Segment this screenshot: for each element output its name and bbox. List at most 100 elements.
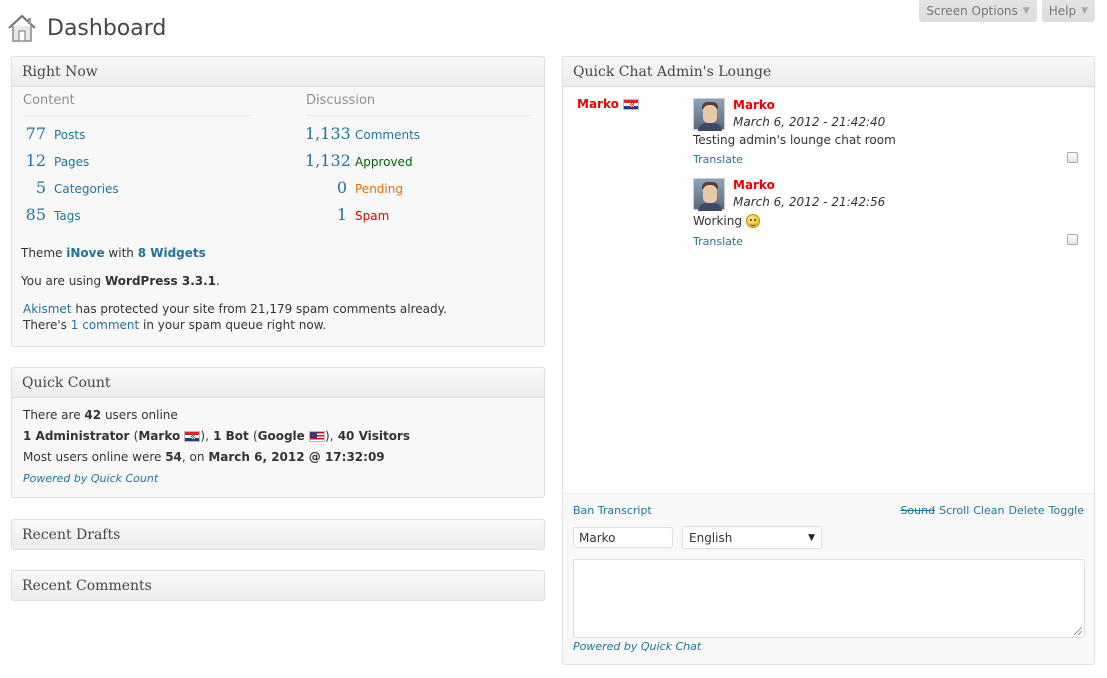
quick-count-powered-link[interactable]: Powered by Quick Count [23, 472, 158, 485]
language-select[interactable]: English ▼ [682, 526, 822, 549]
right-now-title[interactable]: Right Now [12, 57, 544, 87]
tags-count[interactable]: 85 [23, 205, 46, 224]
content-row-posts: 77 Posts [23, 124, 86, 143]
delete-button[interactable]: Delete [1008, 504, 1044, 517]
quick-chat-powered-link[interactable]: Powered by Quick Chat [573, 640, 701, 653]
akismet-link[interactable]: Akismet [23, 302, 72, 316]
ban-transcript-links[interactable]: Ban Transcript [573, 504, 652, 517]
akismet-text: has protected your site from 21,179 spam… [75, 302, 447, 316]
comments-link[interactable]: Comments [355, 128, 420, 142]
most-online-line: Most users online were 54, on March 6, 2… [23, 450, 385, 464]
resize-handle-icon[interactable] [1074, 627, 1082, 635]
bot-count: 1 Bot [213, 429, 249, 443]
help-button[interactable]: Help ▼ [1041, 0, 1095, 22]
posts-link[interactable]: Posts [54, 128, 85, 142]
tags-link[interactable]: Tags [54, 209, 81, 223]
screen-meta: Screen Options ▼ Help ▼ [919, 0, 1095, 22]
categories-link[interactable]: Categories [54, 182, 119, 196]
online-user-name[interactable]: Marko [577, 97, 619, 111]
theme-with: with [108, 246, 134, 260]
pending-link[interactable]: Pending [355, 182, 403, 196]
quick-chat-widget: Quick Chat Admin's Lounge Marko Marko Ma… [562, 56, 1095, 665]
discussion-row-pending: 0 Pending [305, 178, 403, 197]
widgets-link[interactable]: 8 Widgets [138, 246, 206, 260]
version-suffix: . [216, 274, 220, 288]
online-user[interactable]: Marko [577, 97, 639, 111]
chat-name-input[interactable] [573, 527, 673, 548]
spam-link[interactable]: Spam [355, 209, 389, 223]
visitors-count: 40 Visitors [337, 429, 411, 443]
quick-chat-title[interactable]: Quick Chat Admin's Lounge [563, 57, 1094, 87]
recent-comments-widget: Recent Comments [11, 570, 545, 601]
comments-count[interactable]: 1,133 [305, 124, 351, 143]
discussion-column: Discussion [306, 93, 532, 116]
theme-prefix: Theme [21, 246, 63, 260]
avatar-shirt [698, 203, 722, 211]
approved-count[interactable]: 1,132 [305, 151, 351, 170]
ban-transcript-label[interactable]: Ban Transcript [573, 504, 652, 517]
scroll-toggle[interactable]: Scroll [939, 504, 969, 517]
approved-link[interactable]: Approved [355, 155, 413, 169]
categories-count[interactable]: 5 [23, 178, 46, 197]
recent-comments-title[interactable]: Recent Comments [12, 571, 544, 600]
pages-count[interactable]: 12 [23, 151, 46, 170]
message-text: Working [693, 214, 760, 228]
content-column: Content [23, 93, 253, 116]
sound-toggle[interactable]: Sound [900, 504, 935, 517]
discussion-row-approved: 1,132 Approved [305, 151, 413, 170]
message-checkbox[interactable] [1067, 234, 1078, 245]
theme-info: Theme iNove with 8 Widgets [21, 246, 206, 260]
translate-link[interactable]: Translate [693, 235, 743, 248]
croatia-flag-icon [622, 98, 639, 110]
users-online-count: 42 [84, 408, 102, 422]
message-body: Working [693, 214, 742, 228]
chat-controls: Sound Scroll Clean Delete Toggle [900, 504, 1084, 517]
admin-count: 1 Administrator [23, 429, 130, 443]
avatar-face [703, 185, 717, 203]
most-online-on: , on [181, 450, 205, 464]
theme-link[interactable]: iNove [66, 246, 104, 260]
most-online-prefix: Most users online were [23, 450, 162, 464]
page-title: Dashboard [47, 15, 167, 41]
toggle-button[interactable]: Toggle [1049, 504, 1084, 517]
users-online-prefix: There are [23, 408, 81, 422]
screen-options-label: Screen Options [926, 3, 1018, 18]
message-author[interactable]: Marko [733, 98, 775, 112]
content-row-pages: 12 Pages [23, 151, 90, 170]
spam-queue-link[interactable]: 1 comment [71, 318, 139, 332]
recent-drafts-title[interactable]: Recent Drafts [12, 520, 544, 549]
help-label: Help [1048, 3, 1077, 18]
translate-link[interactable]: Translate [693, 153, 743, 166]
chat-messages-area[interactable]: Marko Marko March 6, 2012 - 21:42:40 Tes… [563, 88, 1094, 494]
page-header: Dashboard [6, 10, 166, 46]
message-checkbox[interactable] [1067, 152, 1078, 163]
spam-count[interactable]: 1 [305, 205, 347, 224]
version-prefix: You are using [21, 274, 102, 288]
quick-count-title[interactable]: Quick Count [12, 368, 544, 398]
content-row-tags: 85 Tags [23, 205, 81, 224]
clean-button[interactable]: Clean [973, 504, 1004, 517]
recent-drafts-widget: Recent Drafts [11, 519, 545, 550]
message-body: Testing admin's lounge chat room [693, 133, 896, 147]
bot-name: Google [257, 429, 305, 443]
avatar-face [703, 105, 717, 123]
posts-count[interactable]: 77 [23, 124, 46, 143]
chevron-down-icon: ▼ [1022, 5, 1030, 16]
usa-flag-icon [309, 431, 325, 442]
pages-link[interactable]: Pages [54, 155, 89, 169]
spam-suffix: in your spam queue right now. [143, 318, 327, 332]
chat-message: Marko March 6, 2012 - 21:42:56 Working T… [693, 178, 1078, 250]
avatar-shirt [698, 123, 722, 131]
users-online-line: There are 42 users online [23, 408, 178, 422]
croatia-flag-icon [184, 431, 201, 442]
chat-message-input[interactable] [573, 559, 1085, 638]
pending-count[interactable]: 0 [305, 178, 347, 197]
wordpress-version: WordPress 3.3.1 [104, 274, 217, 288]
message-author[interactable]: Marko [733, 178, 775, 192]
chevron-down-icon: ▼ [808, 532, 815, 543]
spam-queue-info: There's 1 comment in your spam queue rig… [23, 318, 326, 332]
message-time: March 6, 2012 - 21:42:40 [733, 115, 886, 129]
avatar [693, 98, 725, 131]
screen-options-button[interactable]: Screen Options ▼ [919, 0, 1037, 22]
most-online-date: March 6, 2012 @ 17:32:09 [208, 450, 385, 464]
